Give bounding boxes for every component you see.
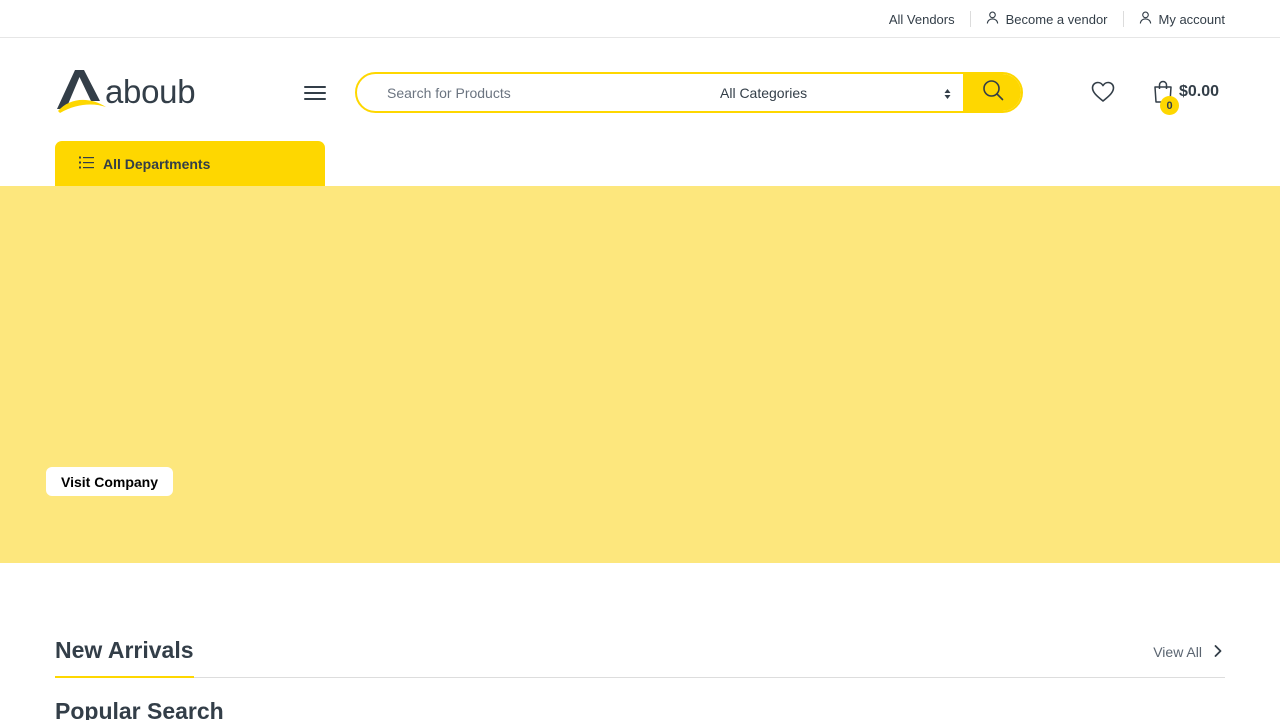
- all-departments-button[interactable]: All Departments: [55, 141, 325, 186]
- category-select-value: All Categories: [720, 84, 808, 101]
- search-button[interactable]: [963, 74, 1021, 111]
- all-departments-label: All Departments: [103, 155, 211, 172]
- visit-company-button[interactable]: Visit Company: [46, 467, 173, 496]
- hero-banner: Visit Company: [0, 186, 1280, 563]
- top-bar-links: All Vendors Become a vendor My account: [889, 0, 1225, 38]
- cart-count-badge: 0: [1160, 96, 1179, 115]
- menu-bar: [304, 92, 326, 94]
- popular-search-title: Popular Search: [55, 698, 224, 720]
- select-arrows-icon: [944, 87, 951, 99]
- search-form: All Categories: [355, 72, 1023, 113]
- menu-toggle-button[interactable]: [304, 84, 326, 102]
- heart-icon: [1091, 81, 1115, 107]
- cart-button[interactable]: 0 $0.00: [1152, 80, 1220, 115]
- menu-bar: [304, 86, 326, 88]
- site-logo[interactable]: aboub: [55, 68, 205, 116]
- my-account-label: My account: [1158, 11, 1225, 27]
- logo-text: aboub: [105, 73, 196, 110]
- divider: [969, 11, 971, 27]
- category-select[interactable]: All Categories: [697, 74, 963, 111]
- new-arrivals-title: New Arrivals: [55, 636, 194, 678]
- list-icon: [79, 156, 103, 172]
- divider: [1122, 11, 1124, 27]
- cart-total: $0.00: [1179, 83, 1220, 100]
- logo-mark-icon: [55, 67, 107, 118]
- all-vendors-link[interactable]: All Vendors: [889, 12, 955, 27]
- shopping-bag-icon: 0: [1152, 80, 1179, 115]
- user-icon: [986, 11, 999, 27]
- wishlist-button[interactable]: [1091, 81, 1115, 103]
- my-account-link[interactable]: My account: [1139, 11, 1225, 27]
- search-input[interactable]: [357, 74, 697, 111]
- become-vendor-link[interactable]: Become a vendor: [986, 11, 1108, 27]
- menu-bar: [304, 98, 326, 100]
- all-vendors-label: All Vendors: [888, 11, 955, 27]
- chevron-right-icon: [1202, 644, 1225, 660]
- new-arrivals-header: New Arrivals View All: [55, 636, 1225, 678]
- view-all-label: View All: [1153, 644, 1202, 660]
- search-icon: [982, 79, 1004, 106]
- top-bar: All Vendors Become a vendor My account: [0, 0, 1280, 38]
- become-vendor-label: Become a vendor: [1005, 11, 1108, 27]
- view-all-link[interactable]: View All: [1153, 644, 1225, 660]
- user-icon: [1139, 11, 1152, 27]
